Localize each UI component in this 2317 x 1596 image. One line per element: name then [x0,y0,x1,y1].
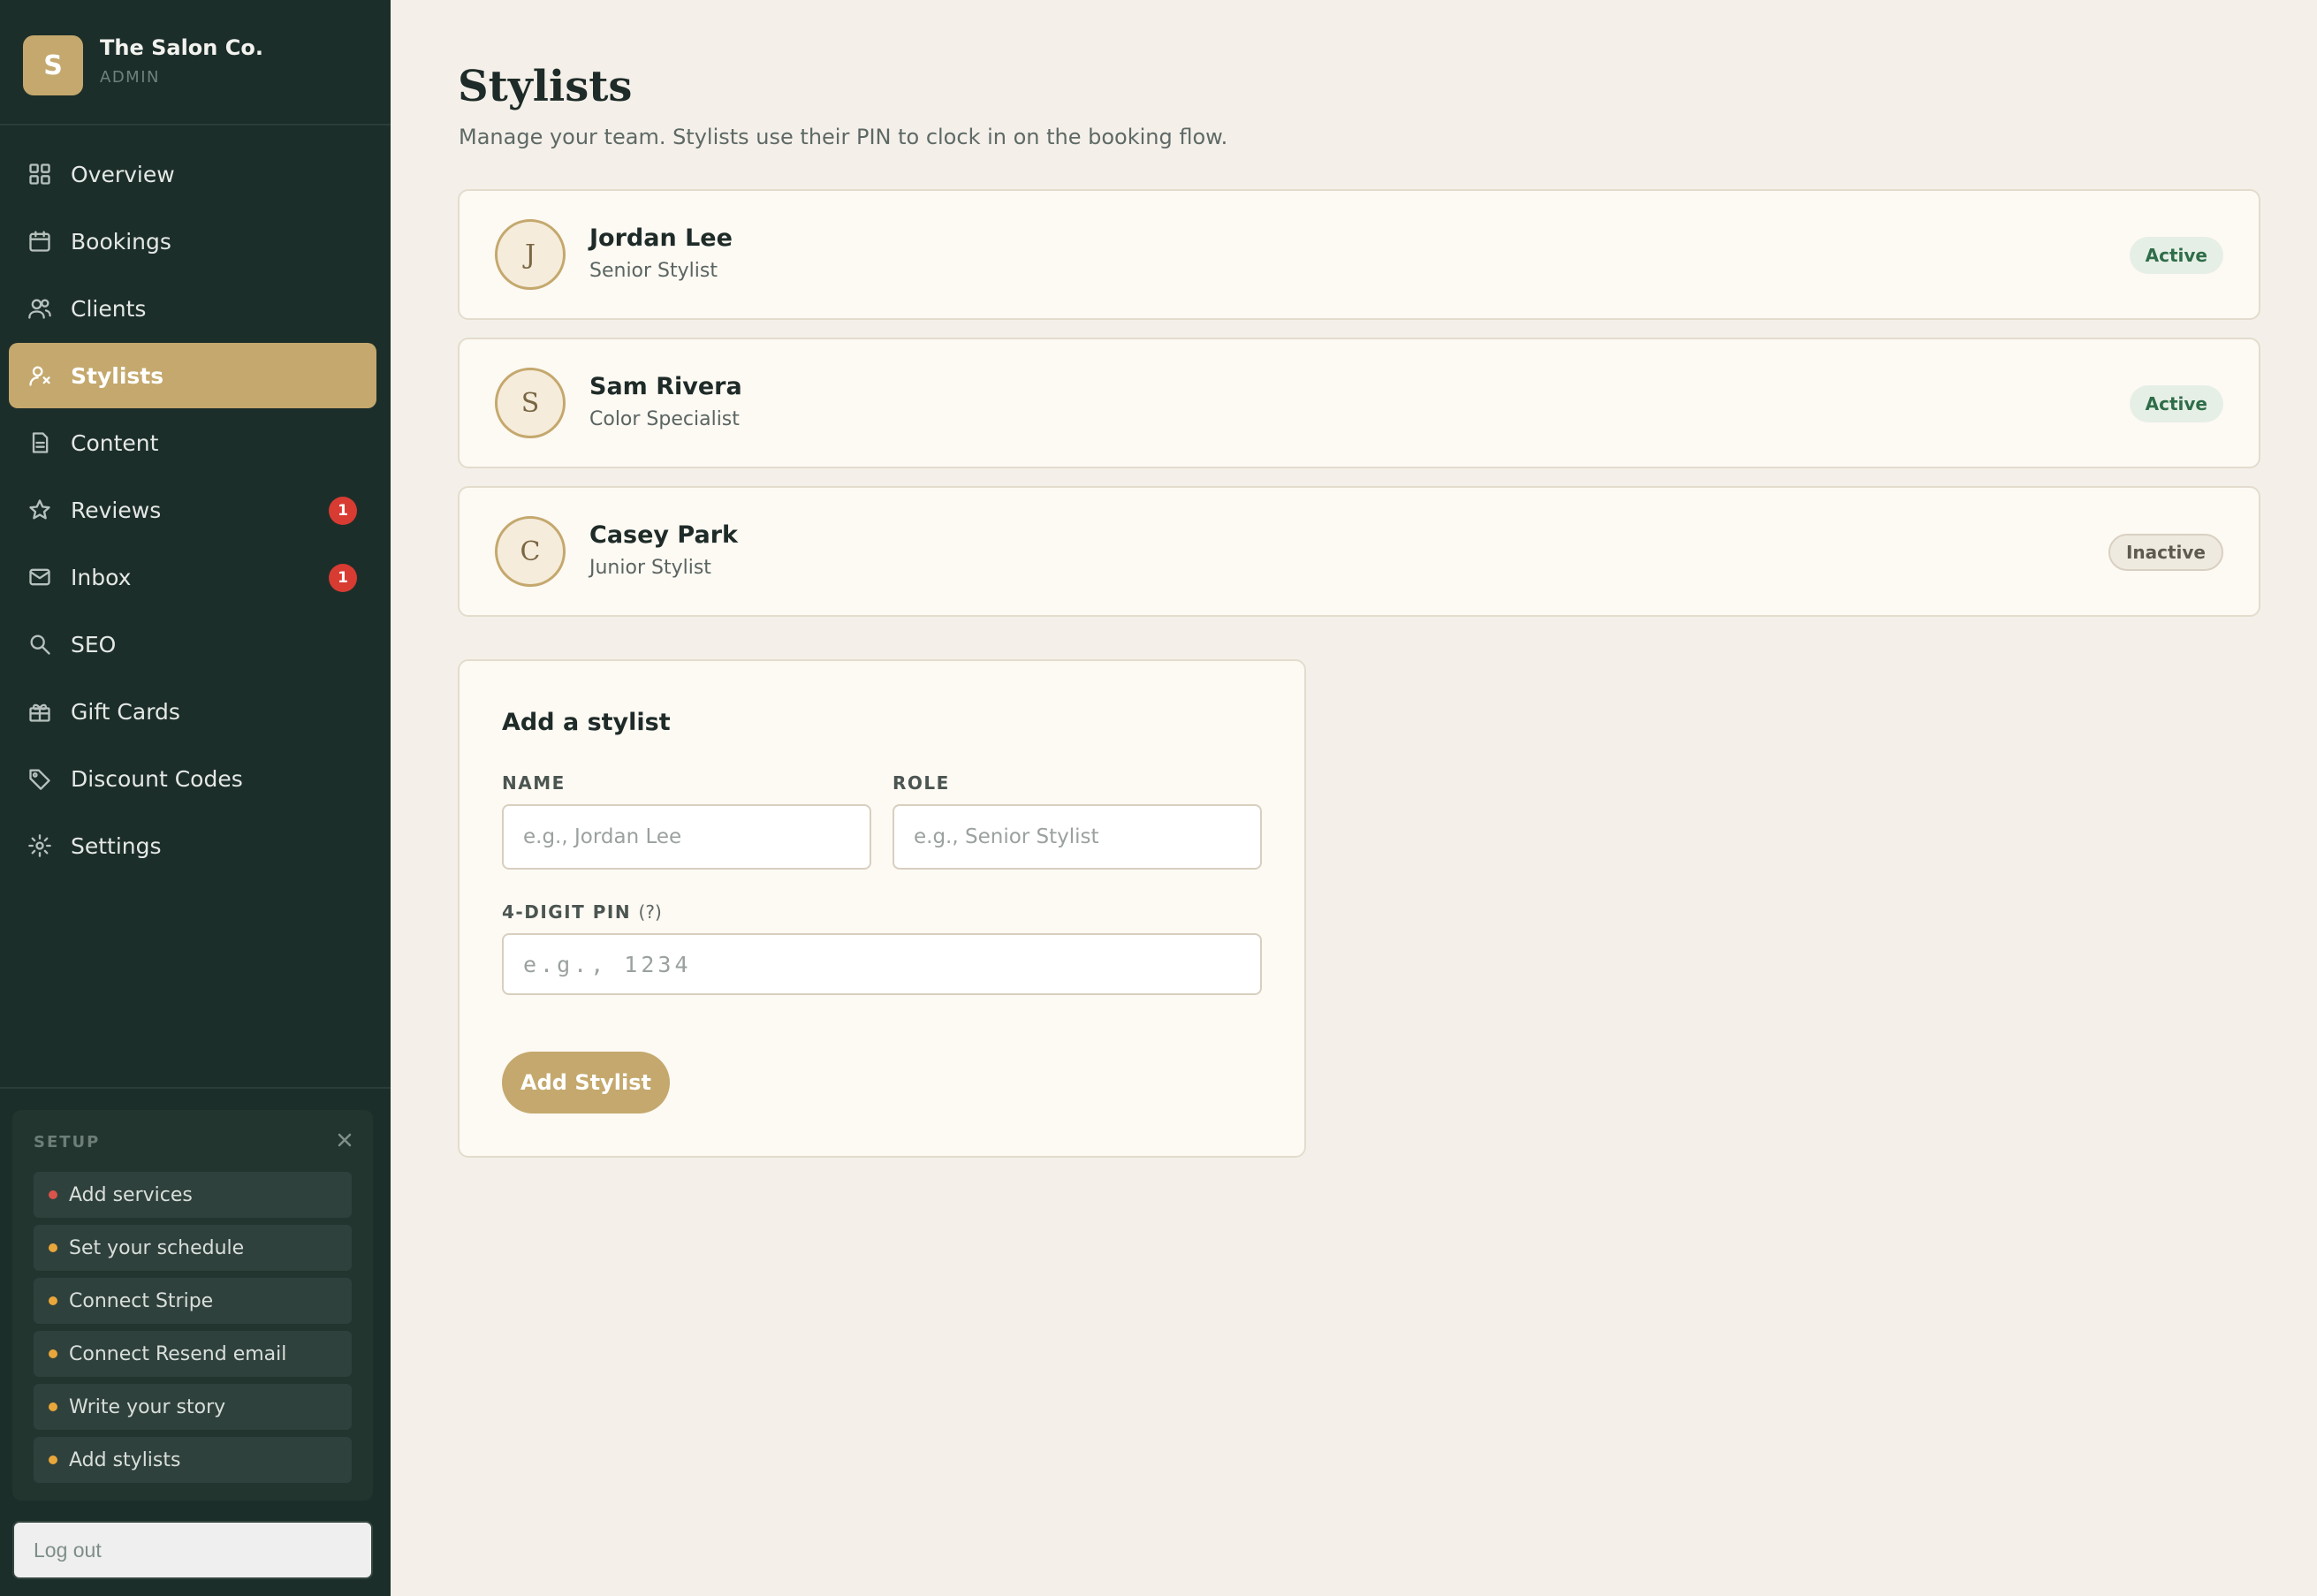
status-badge[interactable]: Active [2129,385,2223,422]
search-icon [27,631,53,657]
logout-button[interactable]: Log out [12,1521,373,1579]
setup-item-add-services[interactable]: Add services [34,1172,352,1218]
sidebar-item-label: Gift Cards [71,698,180,725]
setup-item-label: Connect Stripe [69,1289,214,1312]
avatar: C [495,516,566,587]
name-label: NAME [502,772,566,794]
sidebar-item-settings[interactable]: Settings [9,813,376,878]
gear-icon [27,832,53,859]
sidebar-item-gift-cards[interactable]: Gift Cards [9,679,376,744]
stylist-role: Color Specialist [589,408,740,430]
tag-icon [27,765,53,792]
gift-icon [27,698,53,725]
status-dot [49,1296,57,1305]
calendar-icon [27,228,53,255]
brand-role: ADMIN [100,68,160,87]
setup-item-set-schedule[interactable]: Set your schedule [34,1225,352,1271]
status-dot [49,1402,57,1411]
sidebar-item-label: Content [71,429,159,456]
status-badge[interactable]: Inactive [2108,534,2223,571]
users-icon [27,295,53,322]
add-stylist-form: Add a stylist NAME ROLE 4-DIGIT PIN (?) … [458,659,1306,1158]
sidebar-nav: Overview Bookings Clients Stylists Conte… [9,141,376,880]
mail-icon [27,564,53,590]
stylist-name: Casey Park [589,521,738,549]
sidebar-item-overview[interactable]: Overview [9,141,376,207]
stylist-icon [27,362,53,389]
stylist-card[interactable]: S Sam Rivera Color Specialist Active [458,338,2260,468]
sidebar-item-label: Discount Codes [71,765,243,792]
sidebar-item-label: Overview [71,161,175,187]
reviews-count-badge: 1 [329,497,357,525]
sidebar-item-label: Stylists [71,362,164,389]
setup-item-label: Write your story [69,1395,226,1418]
sidebar-item-label: Settings [71,832,162,859]
status-dot [49,1349,57,1358]
pin-input[interactable] [502,933,1262,995]
page-title: Stylists [458,62,633,111]
name-input[interactable] [502,804,871,870]
sidebar-item-inbox[interactable]: Inbox 1 [9,544,376,610]
stylist-card[interactable]: J Jordan Lee Senior Stylist Active [458,189,2260,320]
close-icon[interactable] [334,1129,355,1151]
sidebar-item-content[interactable]: Content [9,410,376,475]
setup-item-label: Set your schedule [69,1236,245,1259]
setup-item-label: Connect Resend email [69,1342,287,1365]
form-title: Add a stylist [502,709,671,736]
sidebar: S The Salon Co. ADMIN Overview Bookings … [0,0,391,1596]
sidebar-item-label: Clients [71,295,147,322]
status-dot [49,1243,57,1252]
brand-logo: S [23,35,83,95]
star-icon [27,497,53,523]
sidebar-item-seo[interactable]: SEO [9,612,376,677]
sidebar-item-clients[interactable]: Clients [9,276,376,341]
pin-help-hint[interactable]: (?) [639,901,662,923]
setup-title: SETUP [34,1133,101,1151]
role-label: ROLE [893,772,950,794]
stylist-role: Senior Stylist [589,260,718,282]
setup-item-write-story[interactable]: Write your story [34,1384,352,1430]
status-dot [49,1190,57,1199]
sidebar-item-label: Inbox [71,564,132,590]
brand-header: S The Salon Co. ADMIN [0,0,391,125]
brand-name: The Salon Co. [100,35,263,60]
sidebar-item-label: SEO [71,631,117,657]
grid-icon [27,161,53,187]
sidebar-item-discount-codes[interactable]: Discount Codes [9,746,376,811]
stylist-role: Junior Stylist [589,557,711,579]
setup-item-connect-stripe[interactable]: Connect Stripe [34,1278,352,1324]
avatar: J [495,219,566,290]
sidebar-item-label: Bookings [71,228,171,255]
setup-item-label: Add services [69,1183,193,1206]
setup-item-add-stylists[interactable]: Add stylists [34,1437,352,1483]
document-icon [27,429,53,456]
status-dot [49,1455,57,1464]
setup-item-label: Add stylists [69,1448,181,1471]
main-content: Stylists Manage your team. Stylists use … [391,0,2317,1596]
inbox-count-badge: 1 [329,564,357,592]
setup-checklist: SETUP Add services Set your schedule Con… [12,1110,373,1501]
sidebar-item-stylists[interactable]: Stylists [9,343,376,408]
pin-label: 4-DIGIT PIN [502,901,632,923]
add-stylist-button[interactable]: Add Stylist [502,1052,670,1113]
sidebar-divider [0,1087,391,1089]
stylist-name: Sam Rivera [589,373,742,400]
avatar: S [495,368,566,438]
status-badge[interactable]: Active [2129,237,2223,274]
pin-label-row: 4-DIGIT PIN (?) [502,901,662,923]
stylist-card[interactable]: C Casey Park Junior Stylist Inactive [458,486,2260,617]
setup-item-connect-resend[interactable]: Connect Resend email [34,1331,352,1377]
stylist-name: Jordan Lee [589,224,733,252]
sidebar-item-reviews[interactable]: Reviews 1 [9,477,376,543]
role-input[interactable] [893,804,1262,870]
sidebar-item-bookings[interactable]: Bookings [9,209,376,274]
setup-list: Add services Set your schedule Connect S… [34,1172,352,1490]
page-subtitle: Manage your team. Stylists use their PIN… [459,125,1228,149]
sidebar-item-label: Reviews [71,497,162,523]
